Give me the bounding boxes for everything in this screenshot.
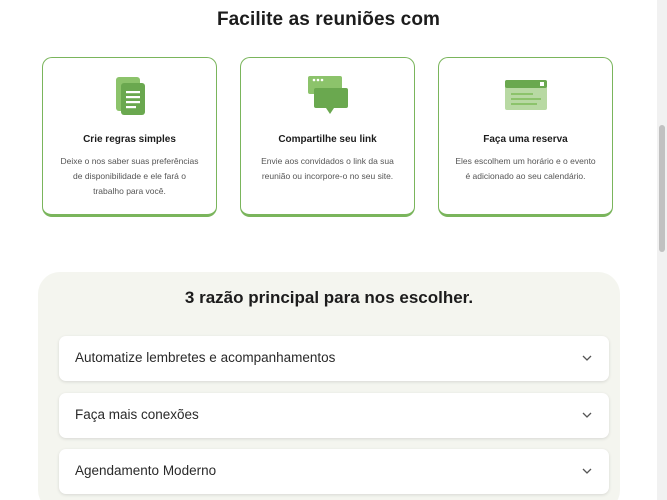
feature-card-rules: Crie regras simples Deixe o nos saber su… xyxy=(42,57,217,217)
chat-icon xyxy=(307,76,348,114)
reasons-title: 3 razão principal para nos escolher. xyxy=(184,288,474,307)
feature-card-reserve: Faça uma reserva Eles escolhem um horári… xyxy=(438,57,613,217)
accordion-label: Agendamento Moderno xyxy=(75,463,217,478)
scrollbar[interactable] xyxy=(657,0,667,500)
section-title: Facilite as reuniões com xyxy=(216,9,441,30)
card-title: Compartilhe seu link xyxy=(278,134,377,145)
card-title: Faça uma reserva xyxy=(483,134,568,145)
card-description: Eles escolhem um horário e o evento é ad… xyxy=(455,156,596,181)
accordion-item[interactable]: Faça mais conexões xyxy=(59,393,609,438)
card-description: Envie aos convidados o link da sua reuni… xyxy=(261,156,394,181)
document-icon xyxy=(115,77,145,115)
calendar-window-icon xyxy=(504,80,547,110)
accordion-label: Faça mais conexões xyxy=(75,407,199,422)
page: Facilite as reuniões com Crie regras sim… xyxy=(0,0,657,500)
chevron-down-icon[interactable] xyxy=(581,352,593,364)
accordion-label: Automatize lembretes e acompanhamentos xyxy=(75,350,336,365)
chevron-down-icon[interactable] xyxy=(581,409,593,421)
card-title: Crie regras simples xyxy=(83,134,176,145)
scrollbar-thumb[interactable] xyxy=(659,125,665,252)
chevron-down-icon[interactable] xyxy=(581,465,593,477)
accordion-item[interactable]: Agendamento Moderno xyxy=(59,449,609,494)
feature-card-share: Compartilhe seu link Envie aos convidado… xyxy=(240,57,415,217)
card-description: Deixe o nos saber suas preferências de d… xyxy=(60,156,199,196)
accordion-item[interactable]: Automatize lembretes e acompanhamentos xyxy=(59,336,609,381)
reasons-section: 3 razão principal para nos escolher. Aut… xyxy=(38,272,620,500)
